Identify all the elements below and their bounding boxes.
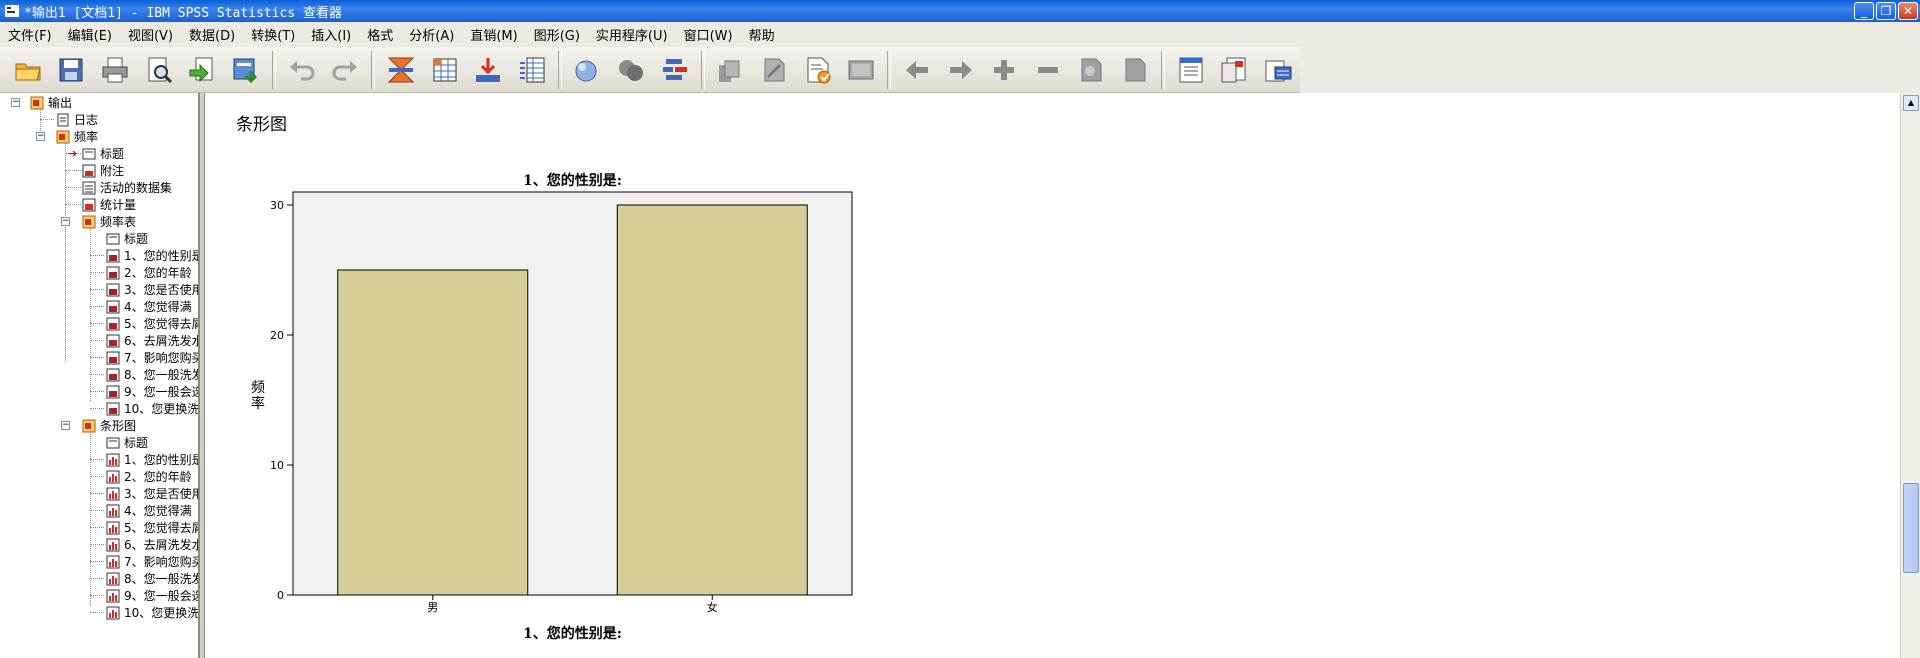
y-tick-label: 20 — [270, 329, 284, 342]
scroll-up-arrow-icon[interactable]: ▲ — [1903, 95, 1919, 111]
bar-chart[interactable]: 0 10 20 30 男 女 1、您的性别是: 1、您的性别是: 频率 — [0, 0, 1900, 658]
y-tick-label: 10 — [270, 459, 284, 472]
scroll-thumb[interactable] — [1903, 483, 1919, 573]
bar-2 — [616, 204, 808, 596]
y-tick-label: 30 — [270, 199, 284, 212]
vertical-scrollbar[interactable]: ▲ — [1900, 93, 1920, 658]
bar-1 — [337, 269, 529, 596]
y-tick-label: 0 — [277, 589, 284, 602]
y-axis-label: 频率 — [251, 380, 265, 412]
chart-title: 1、您的性别是: — [523, 172, 622, 189]
x-axis-label: 1、您的性别是: — [523, 625, 622, 642]
close-button[interactable]: ✕ — [1898, 2, 1918, 20]
x-tick-label: 男 — [427, 601, 438, 614]
x-tick-label: 女 — [707, 600, 718, 614]
